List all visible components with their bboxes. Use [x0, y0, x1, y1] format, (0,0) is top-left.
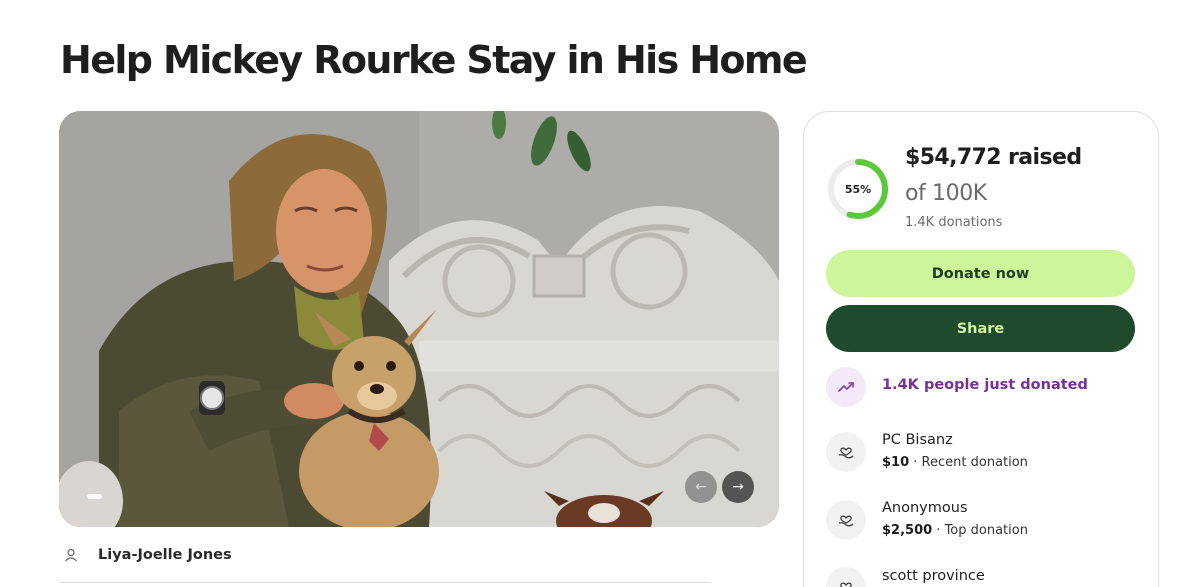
donate-now-button[interactable]: Donate now	[826, 250, 1135, 297]
organizer-name: Liya-Joelle Jones	[98, 547, 232, 563]
page-title: Help Mickey Rourke Stay in His Home	[60, 38, 808, 82]
donor-name: scott province	[882, 568, 985, 584]
donation-amount: $10	[882, 455, 910, 470]
carousel-indicator[interactable]	[87, 494, 102, 499]
hero-photo	[59, 111, 779, 527]
organizer[interactable]: Liya-Joelle Jones	[60, 540, 232, 570]
person-icon	[60, 544, 82, 566]
heart-hand-icon	[826, 432, 866, 472]
donation-note: Recent donation	[921, 455, 1028, 470]
donation-meta: $10 · Recent donation	[882, 455, 1028, 470]
campaign-hero-image[interactable]	[59, 111, 779, 527]
arrow-right-icon: →	[732, 479, 744, 495]
progress-percent: 55%	[844, 182, 872, 196]
donations-count: 1.4K donations	[905, 215, 1003, 230]
recent-activity-text: 1.4K people just donated	[882, 377, 1088, 393]
donor-name: Anonymous	[882, 500, 968, 516]
donation-note: Top donation	[944, 523, 1028, 538]
donation-meta: $2,500 · Top donation	[882, 523, 1028, 538]
share-button[interactable]: Share	[826, 305, 1135, 352]
donor-name: PC Bisanz	[882, 432, 953, 448]
trending-up-icon	[826, 367, 866, 407]
donation-amount: $2,500	[882, 523, 933, 538]
amount-raised: $54,772 raised	[905, 145, 1082, 170]
carousel-next-button[interactable]: →	[722, 471, 754, 503]
goal-amount: of 100K	[905, 181, 987, 206]
heart-hand-icon	[826, 500, 866, 540]
arrow-left-icon: ←	[695, 479, 707, 495]
carousel-prev-button[interactable]: ←	[685, 471, 717, 503]
divider	[59, 582, 711, 583]
